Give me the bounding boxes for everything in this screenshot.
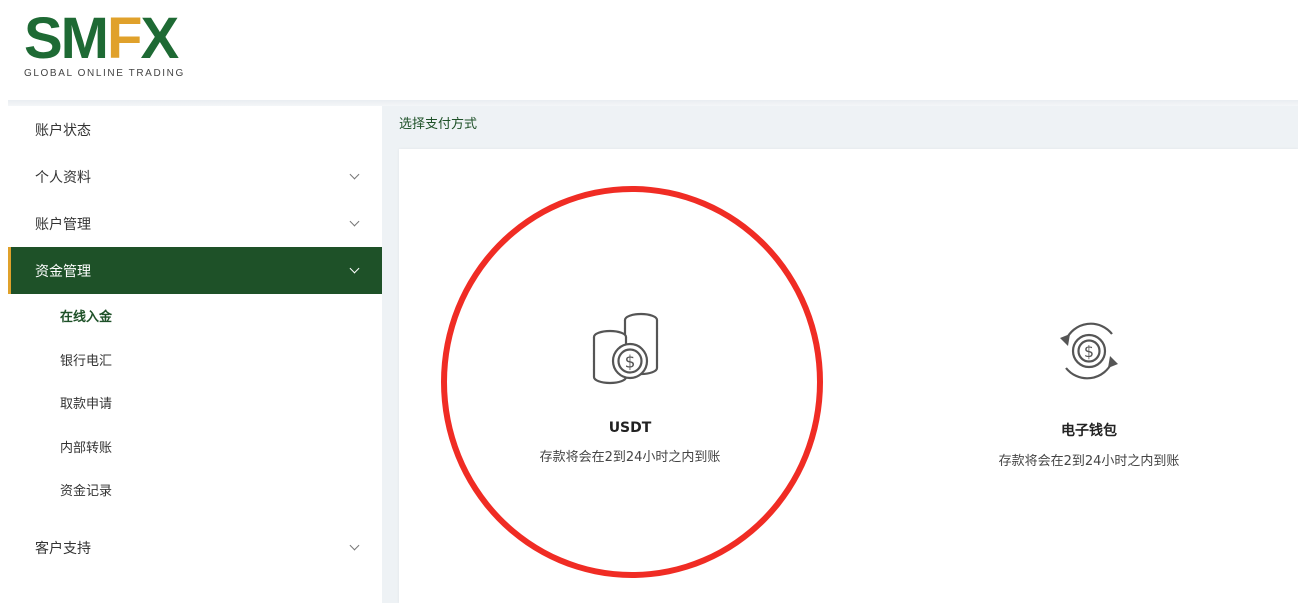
sidebar-item-label: 账户状态 (35, 122, 91, 139)
chevron-down-icon (349, 216, 360, 226)
payment-option-usdt[interactable]: $ USDT 存款将会在2到24小时之内到账 (480, 310, 780, 465)
sidebar-item-account-status[interactable]: 账户状态 (8, 106, 382, 153)
submenu-item-online-deposit[interactable]: 在线入金 (8, 294, 382, 338)
submenu-item-withdrawal[interactable]: 取款申请 (8, 381, 382, 425)
option-description: 存款将会在2到24小时之内到账 (998, 454, 1180, 469)
option-description: 存款将会在2到24小时之内到账 (539, 450, 721, 465)
sidebar-item-account-management[interactable]: 账户管理 (8, 200, 382, 247)
breadcrumb: 选择支付方式 (399, 117, 478, 132)
sidebar-item-profile[interactable]: 个人资料 (8, 153, 382, 200)
sidebar-item-label: 个人资料 (35, 169, 91, 186)
sidebar-item-label: 客户支持 (35, 541, 91, 557)
logo-tagline: GLOBAL ONLINE TRADING (24, 68, 185, 79)
sidebar-item-customer-support[interactable]: 客户支持 (8, 525, 382, 572)
sidebar: 账户状态 个人资料 账户管理 资金管理 在线入金 银行电汇 取款申请 内部转账 … (8, 106, 382, 603)
submenu-item-internal-transfer[interactable]: 内部转账 (8, 425, 382, 469)
option-title: 电子钱包 (1061, 423, 1117, 439)
submenu-item-bank-wire[interactable]: 银行电汇 (8, 338, 382, 382)
circular-dollar-arrows-icon: $ (1060, 322, 1118, 380)
svg-text:$: $ (625, 353, 636, 373)
sidebar-item-funds-management[interactable]: 资金管理 (8, 247, 382, 294)
chevron-down-icon (349, 263, 360, 273)
sidebar-item-label: 资金管理 (35, 263, 91, 280)
header: SMFX GLOBAL ONLINE TRADING (0, 0, 1298, 100)
chevron-down-icon (349, 169, 360, 179)
chevron-down-icon (349, 540, 360, 551)
logo-wordmark: SMFX (24, 6, 179, 71)
option-title: USDT (608, 420, 652, 436)
smfx-logo[interactable]: SMFX GLOBAL ONLINE TRADING (24, 6, 224, 82)
coins-stack-icon: $ (592, 312, 659, 385)
payment-option-ewallet[interactable]: $ 电子钱包 存款将会在2到24小时之内到账 (939, 310, 1239, 469)
sidebar-item-label: 账户管理 (35, 216, 91, 233)
submenu-item-funds-history[interactable]: 资金记录 (8, 468, 382, 512)
svg-text:$: $ (1084, 342, 1094, 361)
